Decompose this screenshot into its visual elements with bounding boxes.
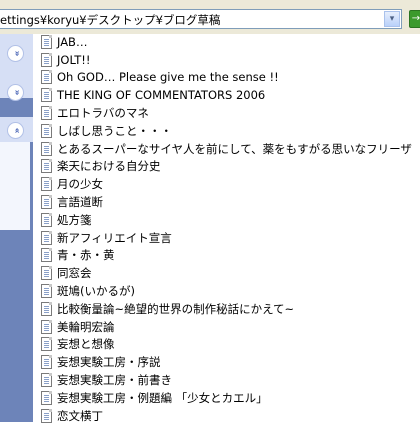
text-document-icon xyxy=(41,319,52,334)
file-item[interactable]: 同窓会 xyxy=(41,264,412,282)
double-chevron-down-icon: » xyxy=(10,89,21,96)
file-item[interactable]: 妄想実験工房・序説 xyxy=(41,353,412,371)
task-pane-section-body xyxy=(0,142,30,230)
file-item[interactable]: Oh GOD… Please give me the sense !! xyxy=(41,69,412,87)
text-document-icon xyxy=(41,390,52,405)
file-name: JAB… xyxy=(57,34,88,49)
file-item[interactable]: 比較衡量論~絶望的世界の制作秘話にかえて~ xyxy=(41,300,412,318)
double-chevron-up-icon: « xyxy=(10,127,21,134)
file-name: 妄想実験工房・序説 xyxy=(57,355,161,370)
file-name: 比較衡量論~絶望的世界の制作秘話にかえて~ xyxy=(57,301,295,316)
file-item[interactable]: 言語道断 xyxy=(41,193,412,211)
text-document-icon xyxy=(41,34,52,49)
file-name: 妄想実験工房・前書き xyxy=(57,373,172,388)
file-name: 新アフィリエイト宣言 xyxy=(57,230,172,245)
file-name: 妄想実験工房・例題編 「少女とカエル」 xyxy=(57,390,268,405)
file-name: THE KING OF COMMENTATORS 2006 xyxy=(57,88,266,103)
text-document-icon xyxy=(41,141,52,156)
file-name: JOLT!! xyxy=(57,52,91,67)
file-name: 同窓会 xyxy=(57,266,92,281)
text-document-icon xyxy=(41,408,52,423)
file-item[interactable]: 月の少女 xyxy=(41,175,412,193)
file-item[interactable]: とあるスーパーなサイヤ人を前にして、薬をもすがる思いなフリーザ xyxy=(41,140,412,158)
text-document-icon xyxy=(41,52,52,67)
file-item[interactable]: 新アフィリエイト宣言 xyxy=(41,229,412,247)
text-document-icon xyxy=(41,159,52,174)
chevron-down-icon: ▾ xyxy=(389,14,395,24)
file-item[interactable]: 楽天における自分史 xyxy=(41,158,412,176)
text-document-icon xyxy=(41,177,52,192)
file-name: 言語道断 xyxy=(57,195,103,210)
double-chevron-down-icon: » xyxy=(10,50,21,57)
file-name: とあるスーパーなサイヤ人を前にして、薬をもすがる思いなフリーザ xyxy=(57,141,412,156)
file-item[interactable]: JOLT!! xyxy=(41,51,412,69)
collapse-toggle-2[interactable]: » xyxy=(7,84,24,101)
file-item[interactable]: 妄想実験工房・例題編 「少女とカエル」 xyxy=(41,389,412,407)
address-bar: ettings¥koryu¥デスクトップ¥ブログ草稿 ▾ → xyxy=(0,0,420,34)
file-list: JAB… JOLT!! Oh GOD… Please give me the s… xyxy=(41,33,412,425)
text-document-icon xyxy=(41,212,52,227)
file-name: Oh GOD… Please give me the sense !! xyxy=(57,70,279,85)
go-button[interactable]: → xyxy=(409,10,420,28)
file-item[interactable]: 処方箋 xyxy=(41,211,412,229)
text-document-icon xyxy=(41,88,52,103)
text-document-icon xyxy=(41,123,52,138)
file-name: 斑鳩(いかるが) xyxy=(57,284,135,299)
text-document-icon xyxy=(41,195,52,210)
address-path[interactable]: ettings¥koryu¥デスクトップ¥ブログ草稿 xyxy=(0,12,220,28)
address-dropdown-button[interactable]: ▾ xyxy=(384,11,400,27)
file-item[interactable]: 美輪明宏論 xyxy=(41,318,412,336)
file-item[interactable]: 妄想実験工房・前書き xyxy=(41,371,412,389)
file-name: 恋文横丁 xyxy=(57,408,103,423)
file-name: 美輪明宏論 xyxy=(57,319,115,334)
arrow-right-icon: → xyxy=(411,13,420,24)
file-item[interactable]: THE KING OF COMMENTATORS 2006 xyxy=(41,86,412,104)
text-document-icon xyxy=(41,230,52,245)
file-name: 妄想と想像 xyxy=(57,337,115,352)
file-name: しばし思うこと・・・ xyxy=(57,123,172,138)
file-item[interactable]: 青・赤・黄 xyxy=(41,247,412,265)
address-field[interactable]: ettings¥koryu¥デスクトップ¥ブログ草稿 ▾ xyxy=(0,9,402,29)
text-document-icon xyxy=(41,266,52,281)
text-document-icon xyxy=(41,284,52,299)
text-document-icon xyxy=(41,106,52,121)
file-item[interactable]: しばし思うこと・・・ xyxy=(41,122,412,140)
text-document-icon xyxy=(41,248,52,263)
file-name: 青・赤・黄 xyxy=(57,248,115,263)
file-name: 月の少女 xyxy=(57,177,103,192)
collapse-toggle-1[interactable]: » xyxy=(7,45,24,62)
file-name: 処方箋 xyxy=(57,212,92,227)
text-document-icon xyxy=(41,301,52,316)
text-document-icon xyxy=(41,70,52,85)
text-document-icon xyxy=(41,373,52,388)
file-item[interactable]: JAB… xyxy=(41,33,412,51)
file-name: 楽天における自分史 xyxy=(57,159,161,174)
task-pane: » » « xyxy=(0,34,33,422)
file-item[interactable]: 斑鳩(いかるが) xyxy=(41,282,412,300)
file-name: エロトラバのマネ xyxy=(57,106,149,121)
file-item[interactable]: 妄想と想像 xyxy=(41,336,412,354)
text-document-icon xyxy=(41,337,52,352)
file-item[interactable]: エロトラバのマネ xyxy=(41,104,412,122)
collapse-toggle-3[interactable]: « xyxy=(7,122,24,139)
text-document-icon xyxy=(41,355,52,370)
